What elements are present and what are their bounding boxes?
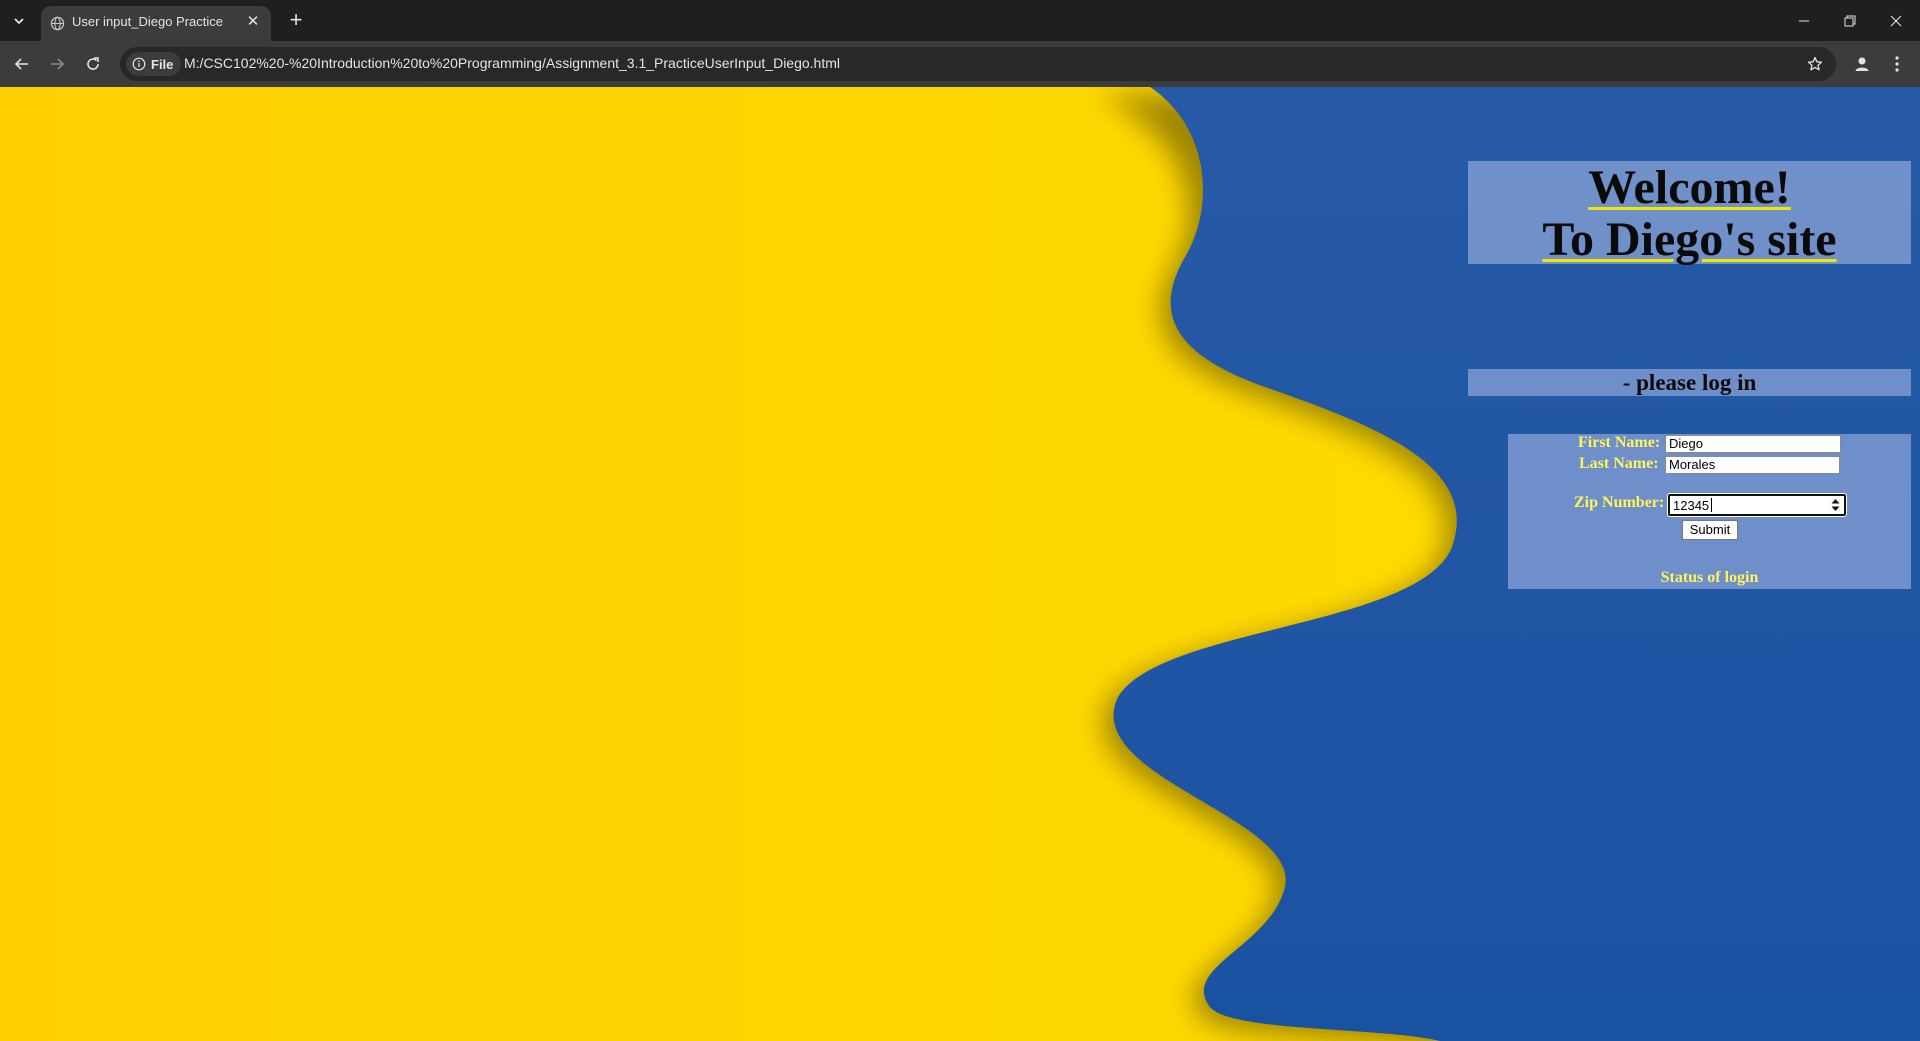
login-status-text: Status of login — [1660, 569, 1759, 586]
reload-icon[interactable] — [78, 49, 108, 79]
welcome-heading: Welcome! — [1588, 161, 1791, 214]
login-heading: - please log in — [1468, 369, 1911, 396]
info-icon — [132, 57, 146, 71]
browser-toolbar: File M:/CSC102%20-%20Introduction%20to%2… — [0, 41, 1920, 87]
back-icon[interactable] — [7, 49, 37, 79]
submit-button[interactable]: Submit — [1682, 520, 1738, 540]
active-tab[interactable]: User input_Diego Practice ✕ — [41, 6, 271, 41]
close-tab-icon[interactable]: ✕ — [243, 12, 263, 32]
restore-icon[interactable] — [1827, 0, 1873, 41]
first-name-field[interactable]: Diego — [1665, 435, 1841, 453]
login-form: First Name: Diego Last Name: Morales Zip… — [1508, 434, 1911, 589]
welcome-banner: Welcome! To Diego's site — [1468, 161, 1911, 266]
bookmark-star-icon[interactable] — [1804, 53, 1826, 75]
number-spinner-icon[interactable] — [1830, 497, 1841, 513]
tab-search-button[interactable] — [6, 8, 32, 34]
tab-title: User input_Diego Practice — [72, 14, 224, 29]
new-tab-button[interactable]: + — [282, 8, 310, 34]
globe-icon — [50, 16, 65, 31]
zip-number-field[interactable]: 12345 — [1667, 493, 1847, 517]
chevron-down-icon — [14, 18, 24, 25]
site-heading: To Diego's site — [1542, 213, 1837, 266]
site-info-chip[interactable]: File — [126, 52, 182, 76]
last-name-field[interactable]: Morales — [1665, 456, 1840, 474]
first-name-label: First Name: — [1578, 434, 1661, 451]
address-bar[interactable]: File M:/CSC102%20-%20Introduction%20to%2… — [120, 47, 1836, 81]
last-name-label: Last Name: — [1579, 455, 1659, 472]
forward-icon[interactable] — [42, 49, 72, 79]
text-caret — [1711, 498, 1712, 512]
tab-strip: User input_Diego Practice ✕ + — [0, 0, 1920, 41]
zip-number-value: 12345 — [1673, 498, 1710, 513]
minimize-icon[interactable] — [1781, 0, 1827, 41]
page-viewport: Welcome! To Diego's site - please log in… — [0, 87, 1920, 1041]
zip-number-label: Zip Number: — [1574, 494, 1665, 511]
close-window-icon[interactable] — [1873, 0, 1919, 41]
more-menu-icon[interactable] — [1883, 50, 1911, 78]
profile-icon[interactable] — [1848, 50, 1876, 78]
url-text[interactable]: M:/CSC102%20-%20Introduction%20to%20Prog… — [184, 55, 840, 71]
site-chip-label: File — [151, 56, 174, 72]
